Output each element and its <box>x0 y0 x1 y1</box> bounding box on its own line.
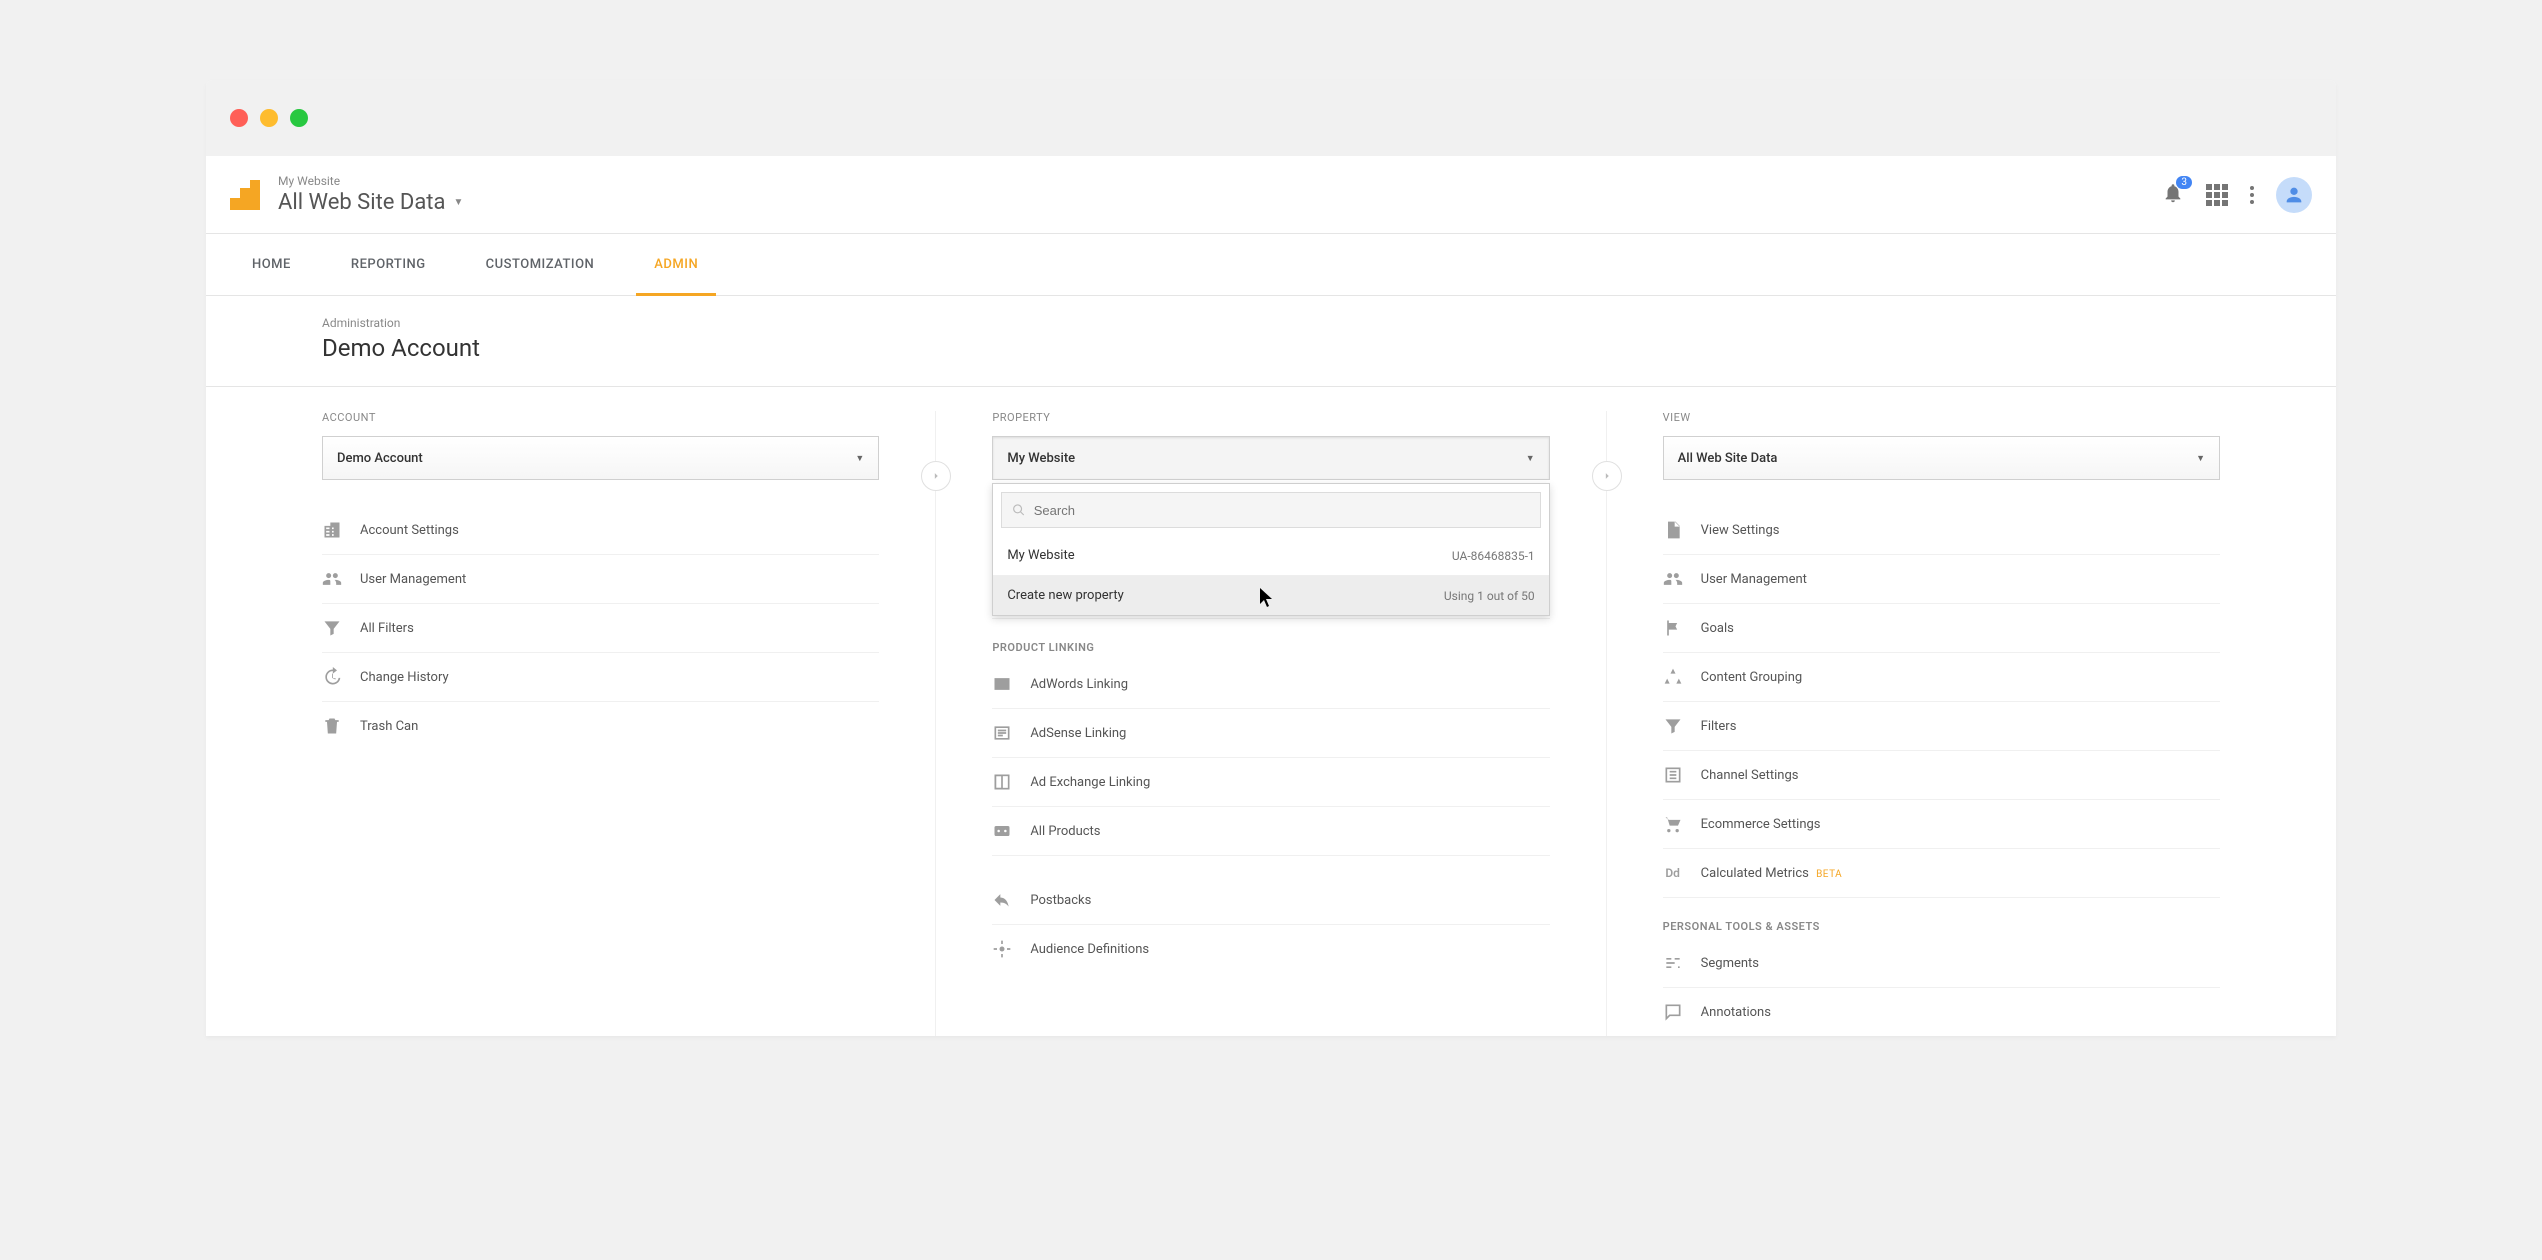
funnel-icon <box>322 618 342 638</box>
audience-definitions-link[interactable]: Audience Definitions <box>992 925 1549 973</box>
nav-tab-reporting[interactable]: REPORTING <box>333 234 444 295</box>
notifications-button[interactable]: 3 <box>2162 182 2184 208</box>
postbacks-link[interactable]: Postbacks <box>992 876 1549 925</box>
view-user-management-link[interactable]: User Management <box>1663 555 2220 604</box>
arrow-right-icon <box>1600 469 1614 483</box>
account-column: ACCOUNT Demo Account ▼ Account Settings … <box>206 411 935 1036</box>
property-option-my-website[interactable]: My Website UA-86468835-1 <box>993 536 1548 575</box>
caret-down-icon: ▼ <box>2196 453 2205 464</box>
segments-icon <box>1663 953 1683 973</box>
comment-icon <box>1663 1002 1683 1022</box>
product-linking-label: PRODUCT LINKING <box>992 619 1549 660</box>
all-products-link[interactable]: All Products <box>992 807 1549 856</box>
property-selector[interactable]: My Website ▼ <box>992 436 1549 480</box>
notifications-badge: 3 <box>2176 176 2192 189</box>
app-header: My Website All Web Site Data ▼ 3 <box>206 156 2336 234</box>
card-icon <box>992 674 1012 694</box>
property-label: PROPERTY <box>992 411 1549 424</box>
reply-icon <box>992 890 1012 910</box>
breadcrumb: Administration <box>322 316 2336 330</box>
building-icon <box>322 520 342 540</box>
ecommerce-settings-link[interactable]: Ecommerce Settings <box>1663 800 2220 849</box>
document-icon <box>1663 520 1683 540</box>
all-filters-link[interactable]: All Filters <box>322 604 879 653</box>
cursor-icon <box>1259 588 1273 608</box>
ad-exchange-linking-link[interactable]: Ad Exchange Linking <box>992 758 1549 807</box>
change-history-link[interactable]: Change History <box>322 653 879 702</box>
users-icon <box>1663 569 1683 589</box>
target-icon <box>992 939 1012 959</box>
sliders-icon <box>1663 765 1683 785</box>
users-icon <box>322 569 342 589</box>
channel-settings-link[interactable]: Channel Settings <box>1663 751 2220 800</box>
nav-tab-home[interactable]: HOME <box>234 234 309 295</box>
view-selector-dropdown[interactable]: All Web Site Data ▼ <box>1663 436 2220 480</box>
view-selector[interactable]: My Website All Web Site Data ▼ <box>278 174 463 215</box>
prev-arrow-button[interactable] <box>921 461 951 491</box>
personal-tools-label: PERSONAL TOOLS & ASSETS <box>1663 898 2220 939</box>
adwords-linking-link[interactable]: AdWords Linking <box>992 660 1549 709</box>
flag-icon <box>1663 618 1683 638</box>
trash-icon <box>322 716 342 736</box>
nav-tab-customization[interactable]: CUSTOMIZATION <box>468 234 613 295</box>
property-column: PROPERTY My Website ▼ My Website UA-8646… <box>935 411 1605 1036</box>
cart-icon <box>1663 814 1683 834</box>
annotations-link[interactable]: Annotations <box>1663 988 2220 1036</box>
page-heading: Administration Demo Account <box>206 296 2336 387</box>
account-settings-link[interactable]: Account Settings <box>322 506 879 555</box>
caret-down-icon: ▼ <box>1526 453 1535 464</box>
header-subtitle: My Website <box>278 174 463 188</box>
property-search[interactable] <box>1001 492 1540 528</box>
list-icon <box>992 723 1012 743</box>
caret-down-icon: ▼ <box>453 197 463 208</box>
goals-link[interactable]: Goals <box>1663 604 2220 653</box>
window-minimize-icon[interactable] <box>260 109 278 127</box>
adsense-linking-link[interactable]: AdSense Linking <box>992 709 1549 758</box>
view-label: VIEW <box>1663 411 2220 424</box>
view-column: VIEW All Web Site Data ▼ View Settings U… <box>1606 411 2336 1036</box>
main-nav: HOME REPORTING CUSTOMIZATION ADMIN <box>206 234 2336 296</box>
search-icon <box>1012 503 1025 517</box>
account-label: ACCOUNT <box>322 411 879 424</box>
user-avatar[interactable] <box>2276 177 2312 213</box>
apps-icon[interactable] <box>2206 184 2228 206</box>
more-icon[interactable] <box>2250 186 2254 204</box>
group-icon <box>1663 667 1683 687</box>
nav-tab-admin[interactable]: ADMIN <box>636 234 716 295</box>
segments-link[interactable]: Segments <box>1663 939 2220 988</box>
history-icon <box>322 667 342 687</box>
window-close-icon[interactable] <box>230 109 248 127</box>
create-new-property-option[interactable]: Create new property Using 1 out of 50 <box>993 575 1548 615</box>
content-grouping-link[interactable]: Content Grouping <box>1663 653 2220 702</box>
header-title: All Web Site Data <box>278 190 445 215</box>
trash-can-link[interactable]: Trash Can <box>322 702 879 750</box>
property-dropdown: My Website UA-86468835-1 Create new prop… <box>992 483 1549 616</box>
property-search-input[interactable] <box>1034 503 1530 518</box>
square-icon <box>992 772 1012 792</box>
person-icon <box>2283 184 2305 206</box>
window-titlebar <box>206 80 2336 156</box>
grid-icon <box>992 821 1012 841</box>
account-selector[interactable]: Demo Account ▼ <box>322 436 879 480</box>
prev-arrow-button[interactable] <box>1592 461 1622 491</box>
view-filters-link[interactable]: Filters <box>1663 702 2220 751</box>
beta-badge: BETA <box>1816 869 1842 880</box>
calculated-metrics-link[interactable]: Dd Calculated Metrics BETA <box>1663 849 2220 898</box>
admin-columns: ACCOUNT Demo Account ▼ Account Settings … <box>206 387 2336 1036</box>
caret-down-icon: ▼ <box>855 453 864 464</box>
funnel-icon <box>1663 716 1683 736</box>
app-window: My Website All Web Site Data ▼ 3 <box>206 80 2336 1036</box>
view-settings-link[interactable]: View Settings <box>1663 506 2220 555</box>
arrow-right-icon <box>929 469 943 483</box>
analytics-logo-icon <box>230 180 260 210</box>
account-user-management-link[interactable]: User Management <box>322 555 879 604</box>
window-maximize-icon[interactable] <box>290 109 308 127</box>
dd-icon: Dd <box>1663 863 1683 883</box>
page-title: Demo Account <box>322 334 2336 362</box>
